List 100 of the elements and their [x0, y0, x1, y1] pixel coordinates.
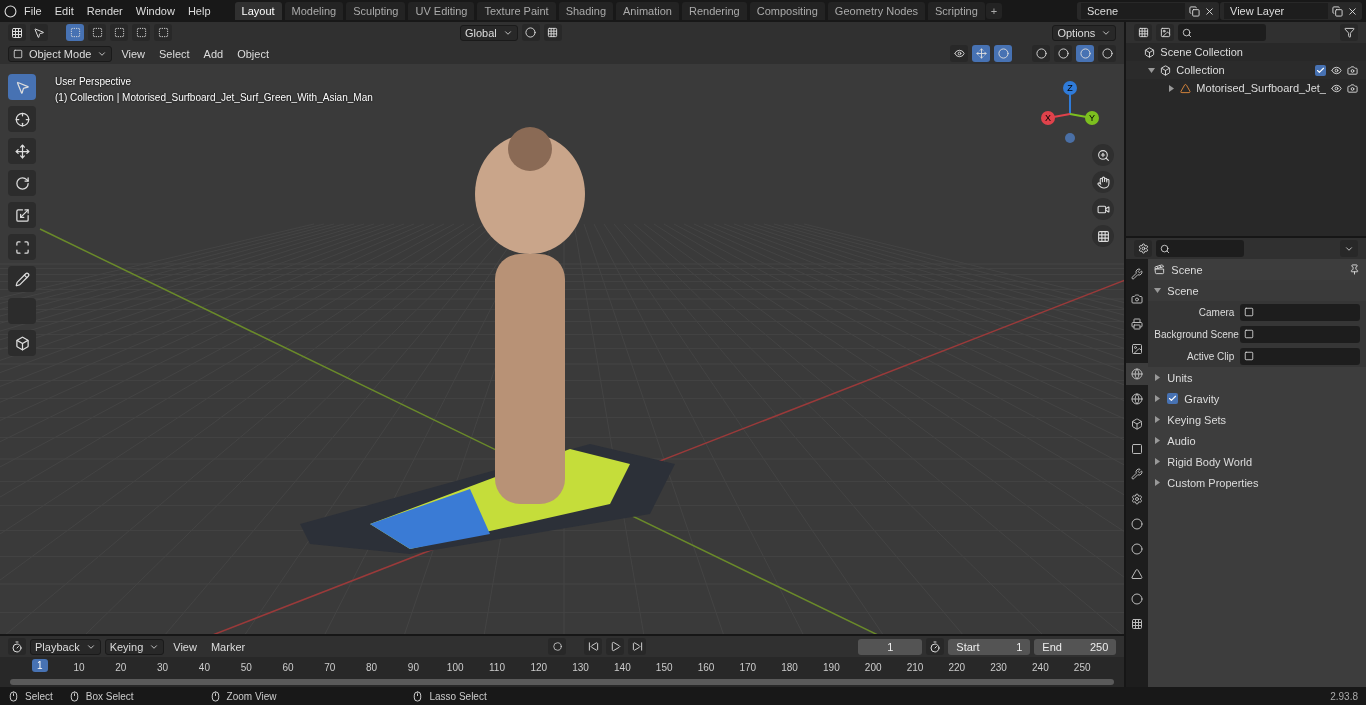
frame-marker[interactable]: 1 [32, 659, 48, 672]
panel-title[interactable]: Units [1167, 371, 1360, 384]
menu-item[interactable]: Marker [205, 638, 251, 655]
menu-item[interactable]: Edit [48, 5, 80, 17]
scene-selector[interactable]: Scene [1077, 2, 1219, 20]
menu-item[interactable]: File [18, 5, 48, 17]
menu-item[interactable]: Render [80, 5, 129, 17]
eye-icon[interactable] [1331, 82, 1342, 94]
panel-title[interactable]: Gravity [1184, 392, 1360, 405]
select-tool-icon[interactable] [30, 24, 48, 41]
expand-arrow-icon[interactable] [1154, 416, 1162, 423]
panel-title[interactable]: Audio [1167, 434, 1360, 447]
workspace-tab[interactable]: UV Editing [408, 2, 475, 20]
object-field[interactable] [1240, 325, 1360, 343]
filter-icon[interactable] [1340, 24, 1358, 41]
workspace-tab[interactable]: Compositing [749, 2, 825, 20]
timeline-menu[interactable]: Keying [104, 638, 165, 655]
menu-item[interactable]: View [168, 638, 202, 655]
negative-axis-handle[interactable] [1065, 133, 1076, 143]
object-field[interactable] [1240, 303, 1360, 321]
shading-mode-icon[interactable] [1032, 45, 1051, 62]
mode-dropdown[interactable]: Object Mode [8, 45, 113, 62]
cube-icon[interactable] [8, 330, 36, 356]
pin-icon[interactable] [1349, 264, 1360, 275]
expand-arrow-icon[interactable] [1154, 437, 1162, 444]
gizmo-icon[interactable] [972, 45, 991, 62]
checkbox[interactable] [1315, 64, 1326, 76]
expand-arrow-icon[interactable] [1154, 287, 1162, 294]
menu-item[interactable]: Window [129, 5, 181, 17]
transform-icon[interactable] [8, 234, 36, 260]
selection-mode-icon[interactable] [88, 24, 106, 41]
menu-item[interactable]: Select [154, 45, 195, 62]
workspace-tab[interactable]: Modeling [284, 2, 344, 20]
record-icon[interactable] [548, 638, 567, 655]
workspace-tab[interactable]: Rendering [681, 2, 747, 20]
crosshair-icon[interactable] [8, 106, 36, 132]
snap-icon[interactable] [543, 24, 562, 41]
expand-arrow-icon[interactable] [1154, 374, 1162, 381]
workspace-tab[interactable]: Texture Paint [477, 2, 556, 20]
search-field[interactable] [1156, 240, 1245, 257]
z-axis-handle[interactable]: Z [1063, 81, 1078, 115]
zoom-icon[interactable] [1092, 144, 1115, 166]
search-field[interactable] [1178, 24, 1267, 41]
grid-icon[interactable] [1092, 225, 1115, 247]
timer-icon[interactable] [926, 638, 945, 655]
selection-mode-icon[interactable] [154, 24, 172, 41]
menu-item[interactable]: Object [232, 45, 274, 62]
expand-arrow-icon[interactable] [1154, 458, 1162, 465]
hand-icon[interactable] [1092, 171, 1115, 193]
pencil-icon[interactable] [8, 266, 36, 292]
selection-mode-icon[interactable] [110, 24, 128, 41]
shading-mode-icon[interactable] [1076, 45, 1095, 62]
outliner-item[interactable]: Motorised_Surfboard_Jet_ [1196, 82, 1326, 94]
x-axis-handle[interactable]: X [1041, 111, 1072, 125]
expand-arrow-icon[interactable] [1154, 395, 1162, 402]
selection-mode-icon[interactable] [66, 24, 84, 41]
shading-mode-icon[interactable] [1054, 45, 1073, 62]
workspace-tab[interactable]: Scripting [928, 2, 985, 20]
scale-icon[interactable] [8, 202, 36, 228]
jump-end-icon[interactable] [628, 638, 647, 655]
timeline-menu[interactable]: Playback [30, 638, 101, 655]
menu-item[interactable]: View [116, 45, 151, 62]
workspace-tab[interactable]: Layout [234, 2, 282, 20]
end-frame-field[interactable]: End 250 [1034, 638, 1117, 655]
display-mode-icon[interactable] [1156, 24, 1175, 41]
checkbox[interactable] [1167, 393, 1179, 404]
outliner-item[interactable]: Scene Collection [1160, 46, 1358, 58]
camera-icon[interactable] [1347, 64, 1358, 76]
camera-icon[interactable] [1092, 198, 1115, 220]
options-dropdown[interactable]: Options [1052, 24, 1117, 41]
menu-item[interactable]: Add [198, 45, 229, 62]
current-frame-field[interactable]: 1 [858, 638, 923, 655]
workspace-tab[interactable]: Sculpting [346, 2, 406, 20]
orientation-dropdown[interactable]: Global [460, 24, 518, 41]
menu-item[interactable]: Help [181, 5, 217, 17]
workspace-tab[interactable]: Shading [558, 2, 614, 20]
selection-mode-icon[interactable] [132, 24, 150, 41]
panel-title[interactable]: Keying Sets [1167, 413, 1360, 426]
expand-arrow-icon[interactable] [1168, 84, 1176, 92]
start-frame-field[interactable]: Start 1 [948, 638, 1031, 655]
pivot-icon[interactable] [521, 24, 540, 41]
panel-title[interactable]: Scene [1167, 284, 1360, 297]
view-layer-selector[interactable]: View Layer [1220, 2, 1362, 20]
camera-icon[interactable] [1347, 82, 1358, 94]
eye-icon[interactable] [1331, 64, 1342, 76]
object-field[interactable] [1240, 347, 1360, 365]
overlay-icon[interactable] [994, 45, 1013, 62]
expand-arrow-icon[interactable] [1148, 66, 1156, 74]
y-axis-handle[interactable]: Y [1069, 111, 1100, 125]
shading-mode-icon[interactable] [1098, 45, 1117, 62]
expand-arrow-icon[interactable] [1154, 479, 1162, 486]
rotate-icon[interactable] [8, 170, 36, 196]
outliner-item[interactable]: Collection [1176, 64, 1310, 76]
play-icon[interactable] [606, 638, 625, 655]
panel-title[interactable]: Rigid Body World [1167, 455, 1360, 468]
panel-title[interactable]: Custom Properties [1167, 476, 1360, 489]
visibility-icon[interactable] [950, 45, 969, 62]
jump-start-icon[interactable] [584, 638, 603, 655]
move-icon[interactable] [8, 138, 36, 164]
workspace-tab[interactable]: Animation [616, 2, 679, 20]
